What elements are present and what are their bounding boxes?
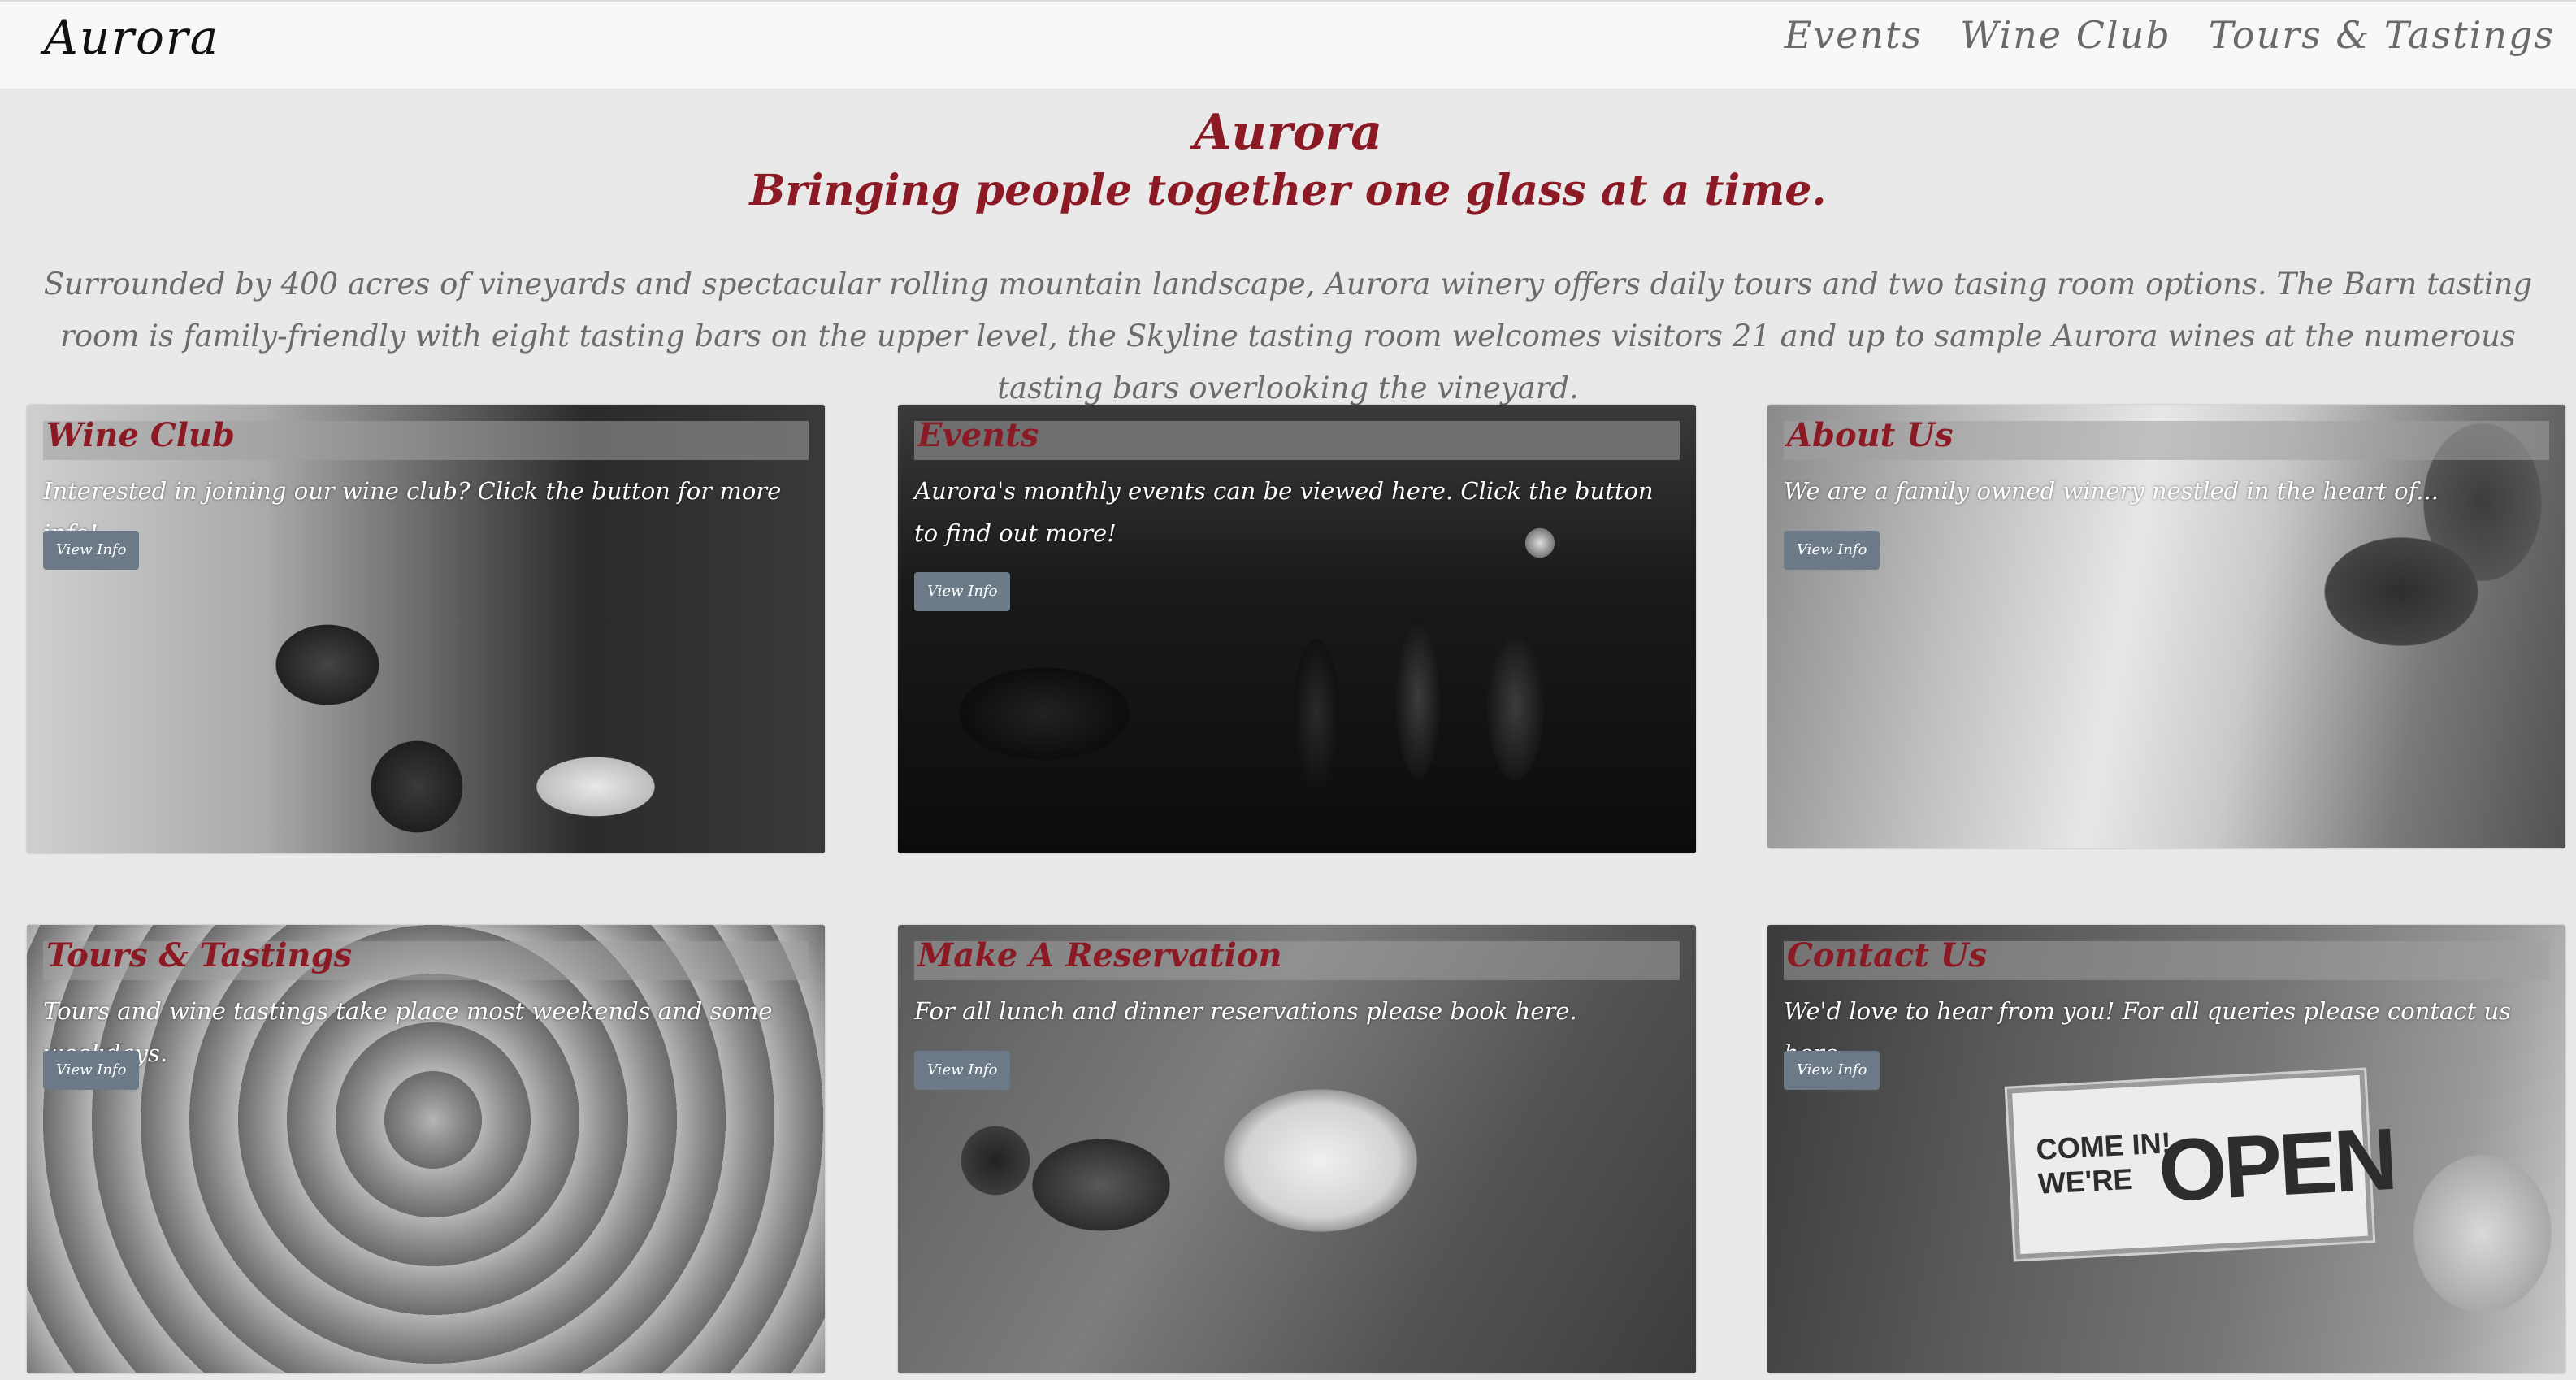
open-sign-big-text: OPEN <box>2156 1109 2397 1220</box>
card-title: Wine Club <box>46 416 235 454</box>
brand-logo-link[interactable]: Aurora <box>44 10 219 65</box>
about-us-view-info-button[interactable]: View Info <box>1784 531 1880 570</box>
card-wine-club: Wine Club Interested in joining our wine… <box>27 405 825 853</box>
card-tours-tastings: Tours & Tastings Tours and wine tastings… <box>27 925 825 1373</box>
open-sign-small-text: COME IN! WE'RE <box>2036 1126 2174 1201</box>
open-sign-line2: WE'RE <box>2036 1161 2134 1200</box>
card-title: Events <box>917 416 1039 454</box>
hero-title: Aurora <box>1193 104 1383 161</box>
tours-view-info-button[interactable]: View Info <box>43 1051 140 1090</box>
card-about-us: About Us We are a family owned winery ne… <box>1767 405 2565 848</box>
hero-description: Surrounded by 400 acres of vineyards and… <box>43 267 2533 406</box>
hero-tagline: Bringing people together one glass at a … <box>749 166 1827 215</box>
nav-links: Events Wine Club Tours & Tastings <box>1785 13 2555 57</box>
nav-link-wine-club[interactable]: Wine Club <box>1960 13 2171 57</box>
card-contact-us: COME IN! WE'RE OPEN Contact Us We'd love… <box>1767 925 2565 1373</box>
card-title: Tours & Tastings <box>46 936 353 974</box>
nav-link-events[interactable]: Events <box>1785 13 1923 57</box>
card-text: For all lunch and dinner reservations pl… <box>914 997 1577 1025</box>
card-text: Aurora's monthly events can be viewed he… <box>914 477 1654 547</box>
card-title: Contact Us <box>1787 936 1988 974</box>
card-title: Make A Reservation <box>917 936 1282 974</box>
reservation-view-info-button[interactable]: View Info <box>914 1051 1011 1090</box>
card-text: We are a family owned winery nestled in … <box>1784 477 2439 505</box>
card-events: Events Aurora's monthly events can be vi… <box>898 405 1696 853</box>
open-sign-image: COME IN! WE'RE OPEN <box>2004 1067 2396 1262</box>
wine-club-view-info-button[interactable]: View Info <box>43 531 140 570</box>
card-text: Interested in joining our wine club? Cli… <box>43 477 782 547</box>
open-sign-line1: COME IN! <box>2035 1126 2172 1166</box>
nav-link-tours-tastings[interactable]: Tours & Tastings <box>2209 13 2555 57</box>
card-text: Tours and wine tastings take place most … <box>43 997 773 1067</box>
contact-view-info-button[interactable]: View Info <box>1784 1051 1880 1090</box>
card-text: We'd love to hear from you! For all quer… <box>1784 997 2512 1067</box>
card-title: About Us <box>1787 416 1954 454</box>
top-navbar: Aurora Events Wine Club Tours & Tastings <box>0 0 2576 89</box>
card-make-reservation: Make A Reservation For all lunch and din… <box>898 925 1696 1373</box>
events-view-info-button[interactable]: View Info <box>914 572 1011 611</box>
